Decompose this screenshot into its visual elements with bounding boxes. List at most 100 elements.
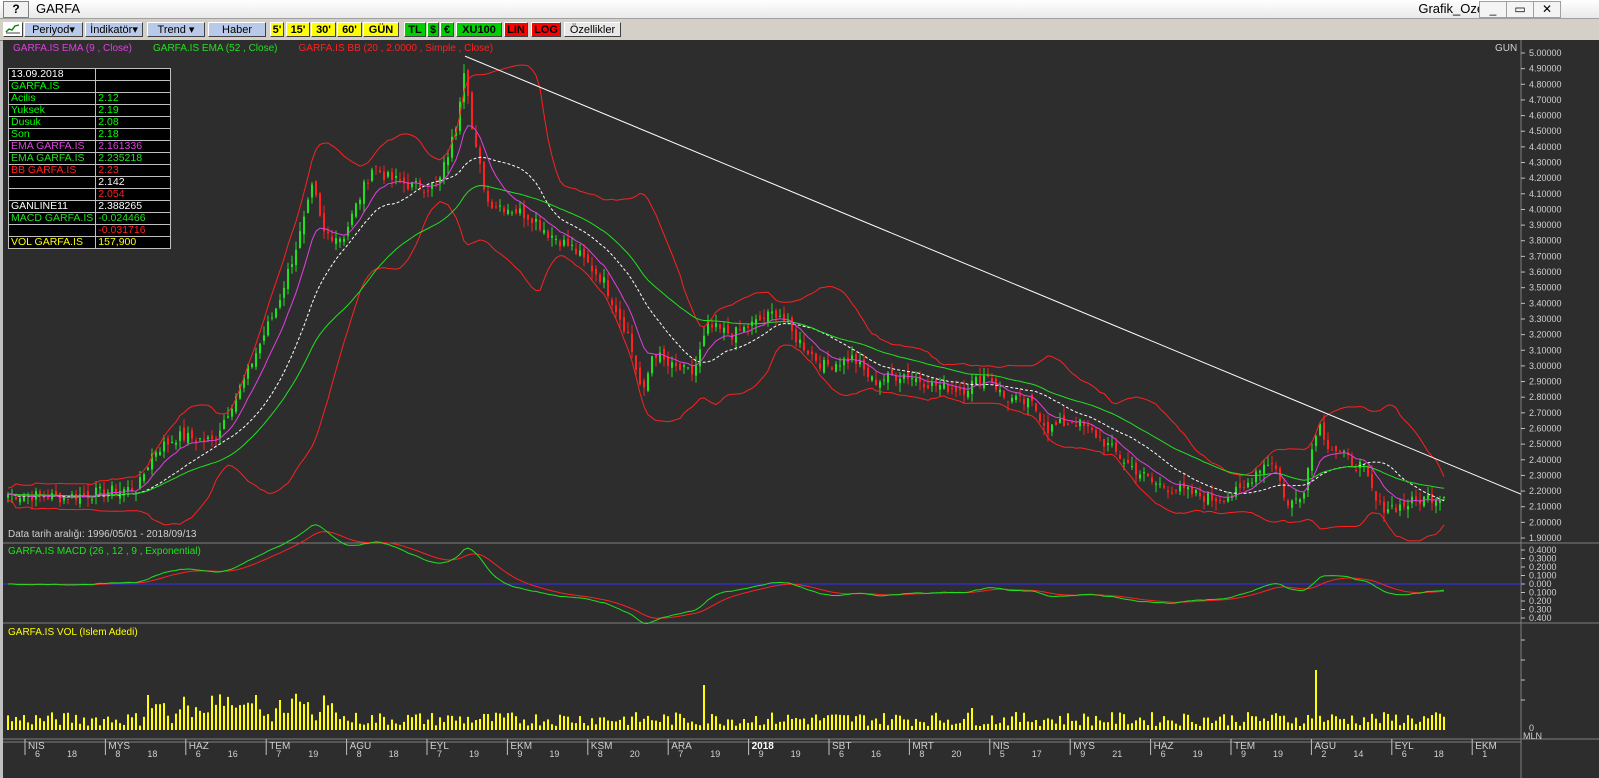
volume-bar [1087,716,1089,730]
candle-body [747,325,749,329]
toolbar-button-12[interactable]: XU100 [456,22,502,37]
price-tick-label: 2.60000 [1529,423,1562,433]
candle-body [1187,487,1189,490]
volume-bar [1051,719,1053,730]
candle-body [147,467,149,471]
volume-bar [991,715,993,730]
volume-bar [39,718,41,730]
price-tick-label: 4.00000 [1529,204,1562,214]
candle-body [1343,450,1345,452]
volume-bar [1271,714,1273,730]
toolbar-button-14[interactable]: LOG [531,22,561,37]
toolbar-button-5[interactable]: 15' [286,22,310,37]
candle-body [1431,493,1433,504]
candle-body [639,367,641,385]
volume-bar [247,702,249,730]
volume-bar [699,725,701,730]
volume-bar [23,715,25,730]
volume-bar [395,723,397,730]
volume-bar [91,718,93,730]
candle-body [1103,438,1105,447]
volume-bar [1291,723,1293,730]
volume-bar [691,721,693,730]
info-label: BB GARFA.IS [7,164,97,177]
candle-body [175,442,177,445]
volume-bar [1047,718,1049,730]
candle-body [435,183,437,185]
volume-bar [911,725,913,730]
toolbar-button-15[interactable]: Özellikler [564,22,621,37]
minimize-button[interactable]: _ [1479,1,1507,18]
price-tick-label: 3.20000 [1529,330,1562,340]
info-row: GARFA.IS [7,80,172,93]
volume-bar [1015,712,1017,730]
volume-bar [463,723,465,730]
day-label: 19 [469,749,479,759]
toolbar-button-0[interactable]: Periyod▾ [24,22,83,37]
volume-bar [1143,720,1145,730]
candle-body [675,362,677,367]
day-label: 7 [437,749,442,759]
volume-bar [647,715,649,730]
volume-bar [703,685,705,730]
volume-bar [335,712,337,730]
volume-bar [551,724,553,730]
toolbar-button-7[interactable]: 60' [337,22,362,37]
toolbar-button-6[interactable]: 30' [311,22,336,37]
volume-bar [315,720,317,730]
toolbar-button-11[interactable]: € [440,22,454,37]
day-label: 14 [1353,749,1363,759]
toolbar-button-10[interactable]: $ [427,22,439,37]
volume-bar [1403,722,1405,730]
toolbar-button-2[interactable]: Trend ▾ [147,22,205,37]
volume-bar [323,695,325,730]
volume-bar [299,701,301,730]
volume-bar [1083,713,1085,730]
candle-body [159,451,161,456]
candle-body [955,386,957,392]
volume-bar [839,714,841,730]
day-label: 19 [791,749,801,759]
volume-bar [1287,722,1289,730]
volume-bar [1307,714,1309,730]
volume-bar [1415,724,1417,730]
macd-tick-label: 0.400 [1529,613,1552,623]
restore-button[interactable]: ▭ [1506,1,1534,18]
volume-bar [347,720,349,730]
volume-bar [1007,725,1009,730]
price-tick-label: 3.40000 [1529,298,1562,308]
volume-bar [775,723,777,730]
volume-bar [935,712,937,730]
toolbar-button-13[interactable]: LIN [504,22,528,37]
candle-body [427,190,429,192]
volume-bar [307,702,309,730]
chart-area[interactable]: 5.00000 4.90000 4.80000 4.70000 4.60000 4.500… [3,40,1599,778]
volume-bar [799,719,801,730]
toolbar-button-8[interactable]: GÜN [363,22,399,37]
chart-type-icon[interactable] [3,22,23,37]
volume-bar [75,714,77,730]
volume-bar [179,709,181,730]
day-label: 9 [1241,749,1246,759]
day-label: 19 [1193,749,1203,759]
toolbar-button-3[interactable]: Haber [208,22,266,37]
toolbar-button-1[interactable]: İndikatör▾ [85,22,143,37]
toolbar-button-4[interactable]: 5' [270,22,284,37]
candle-body [911,378,913,380]
candle-body [1067,423,1069,425]
help-button[interactable]: ? [3,1,29,18]
candle-body [1443,496,1445,498]
day-label: 6 [196,749,201,759]
volume-bar [419,713,421,730]
close-button[interactable]: ✕ [1533,1,1561,18]
price-tick-label: 4.30000 [1529,158,1562,168]
candle-body [1143,472,1145,474]
volume-bar [275,708,277,730]
candle-body [15,496,17,500]
volume-bar [1127,724,1129,730]
toolbar-button-9[interactable]: TL [404,22,426,37]
candle-body [279,300,281,308]
candle-body [567,238,569,247]
candle-body [443,162,445,180]
price-tick-label: 3.60000 [1529,267,1562,277]
